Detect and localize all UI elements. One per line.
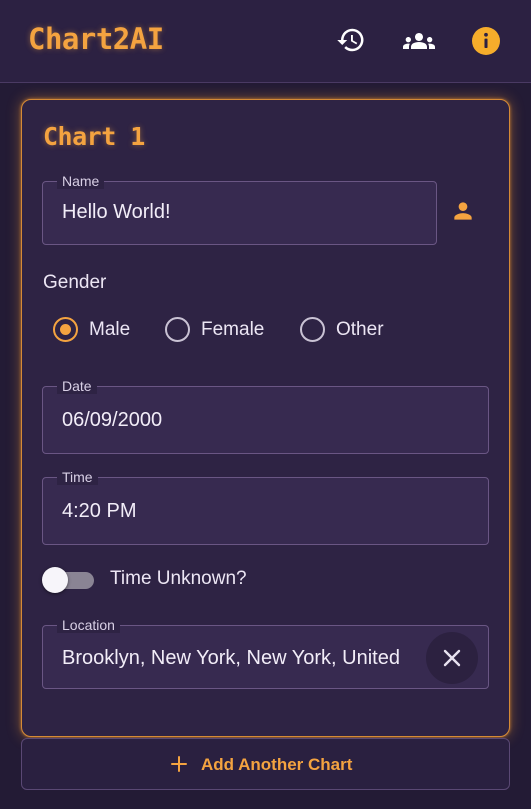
- name-label: Name: [57, 173, 105, 189]
- history-icon[interactable]: [336, 25, 366, 55]
- time-label: Time: [57, 469, 98, 485]
- person-icon: [454, 202, 472, 220]
- radio-label-female: Female: [201, 319, 265, 340]
- date-field[interactable]: Date 06/09/2000: [42, 378, 489, 454]
- close-icon: [443, 649, 461, 667]
- radio-male[interactable]: Male: [53, 317, 153, 343]
- app-root: Chart2AI Chart 1 Name Hello World! Gende…: [0, 0, 531, 809]
- app-header: Chart2AI: [0, 0, 531, 83]
- time-unknown-toggle[interactable]: [42, 567, 96, 593]
- group-icon[interactable]: [403, 25, 435, 55]
- chart-form-card: Chart 1 Name Hello World! Gender Male Fe…: [21, 99, 510, 737]
- clear-location-button[interactable]: [426, 632, 478, 684]
- radio-checked-icon: [53, 317, 78, 342]
- card-title: Chart 1: [43, 122, 145, 151]
- location-value[interactable]: Brooklyn, New York, New York, United: [62, 647, 400, 670]
- add-another-chart-label: Add Another Chart: [201, 755, 353, 774]
- gender-heading: Gender: [43, 272, 107, 293]
- time-value[interactable]: 4:20 PM: [62, 500, 136, 523]
- date-label: Date: [57, 378, 97, 394]
- person-icon-button[interactable]: [444, 192, 482, 230]
- plus-icon: [171, 756, 187, 772]
- time-field[interactable]: Time 4:20 PM: [42, 469, 489, 545]
- add-another-chart-button[interactable]: Add Another Chart: [21, 738, 510, 790]
- brand-logo[interactable]: Chart2AI: [28, 22, 164, 56]
- radio-unchecked-icon: [300, 317, 325, 342]
- name-value[interactable]: Hello World!: [62, 201, 171, 224]
- radio-label-other: Other: [336, 319, 384, 340]
- radio-other[interactable]: Other: [300, 317, 400, 343]
- radio-label-male: Male: [89, 319, 131, 340]
- info-icon[interactable]: [472, 27, 502, 57]
- date-value[interactable]: 06/09/2000: [62, 409, 162, 432]
- time-unknown-label: Time Unknown?: [110, 568, 247, 589]
- toggle-thumb: [42, 567, 68, 593]
- location-field[interactable]: Location Brooklyn, New York, New York, U…: [42, 617, 489, 689]
- name-field[interactable]: Name Hello World!: [42, 173, 437, 245]
- radio-unchecked-icon: [165, 317, 190, 342]
- radio-female[interactable]: Female: [165, 317, 285, 343]
- location-value-clip: Brooklyn, New York, New York, United: [43, 626, 423, 687]
